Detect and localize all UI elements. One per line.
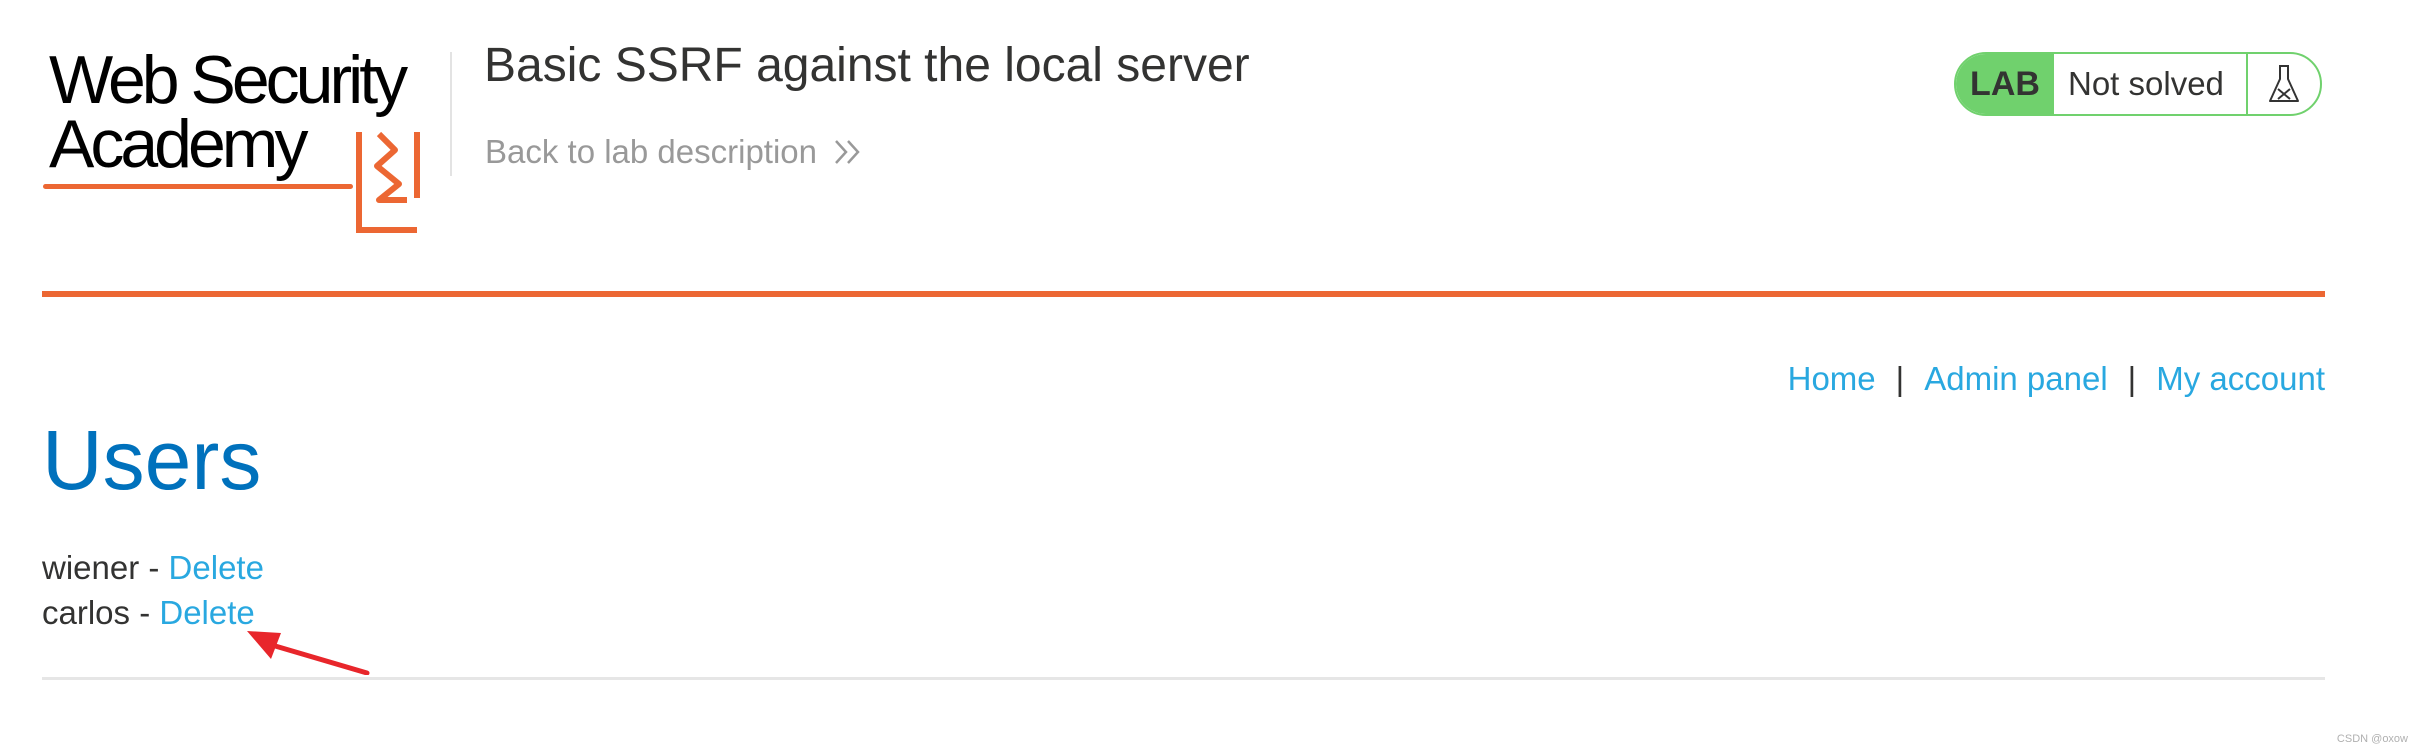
user-list: wiener - Delete carlos - Delete [42, 545, 264, 635]
header-orange-rule [42, 291, 2325, 297]
nav-my-account-link[interactable]: My account [2156, 360, 2325, 398]
flask-icon [2246, 54, 2320, 114]
lab-solved-state: Not solved [2068, 65, 2224, 102]
nav-separator: | [1895, 360, 1905, 397]
lab-badge: LAB [1956, 54, 2054, 114]
user-name: carlos [42, 594, 131, 631]
double-chevron-right-icon [835, 140, 860, 164]
lab-status-widget: LAB Not solved [1954, 52, 2322, 116]
logo-line-2: Academy [49, 106, 308, 182]
page-title: Users [42, 413, 262, 507]
web-security-academy-logo[interactable]: Web Security Academy [43, 42, 453, 233]
lab-title: Basic SSRF against the local server [484, 39, 1250, 92]
academy-mark-icon [356, 131, 420, 233]
user-separator: - [139, 549, 169, 586]
top-nav: Home | Admin panel | My account [1788, 360, 2325, 398]
nav-home-link[interactable]: Home [1788, 360, 1876, 398]
nav-admin-panel-link[interactable]: Admin panel [1924, 360, 2107, 398]
user-row-wiener: wiener - Delete [42, 545, 264, 590]
back-link-label: Back to lab description [485, 133, 818, 170]
footer-divider [42, 677, 2325, 680]
nav-separator: | [2127, 360, 2137, 397]
red-annotation-arrow-icon [247, 631, 370, 675]
watermark: CSDN @oxow [2336, 733, 2408, 745]
delete-carlos-link[interactable]: Delete [159, 594, 254, 631]
header-divider [450, 52, 452, 176]
user-row-carlos: carlos - Delete [42, 590, 264, 635]
logo-underline [43, 184, 353, 189]
delete-wiener-link[interactable]: Delete [169, 549, 264, 586]
user-name: wiener [42, 549, 140, 586]
back-to-lab-description-link[interactable]: Back to lab description [485, 133, 863, 171]
user-separator: - [130, 594, 160, 631]
logo-line-1: Web Security [49, 42, 408, 118]
